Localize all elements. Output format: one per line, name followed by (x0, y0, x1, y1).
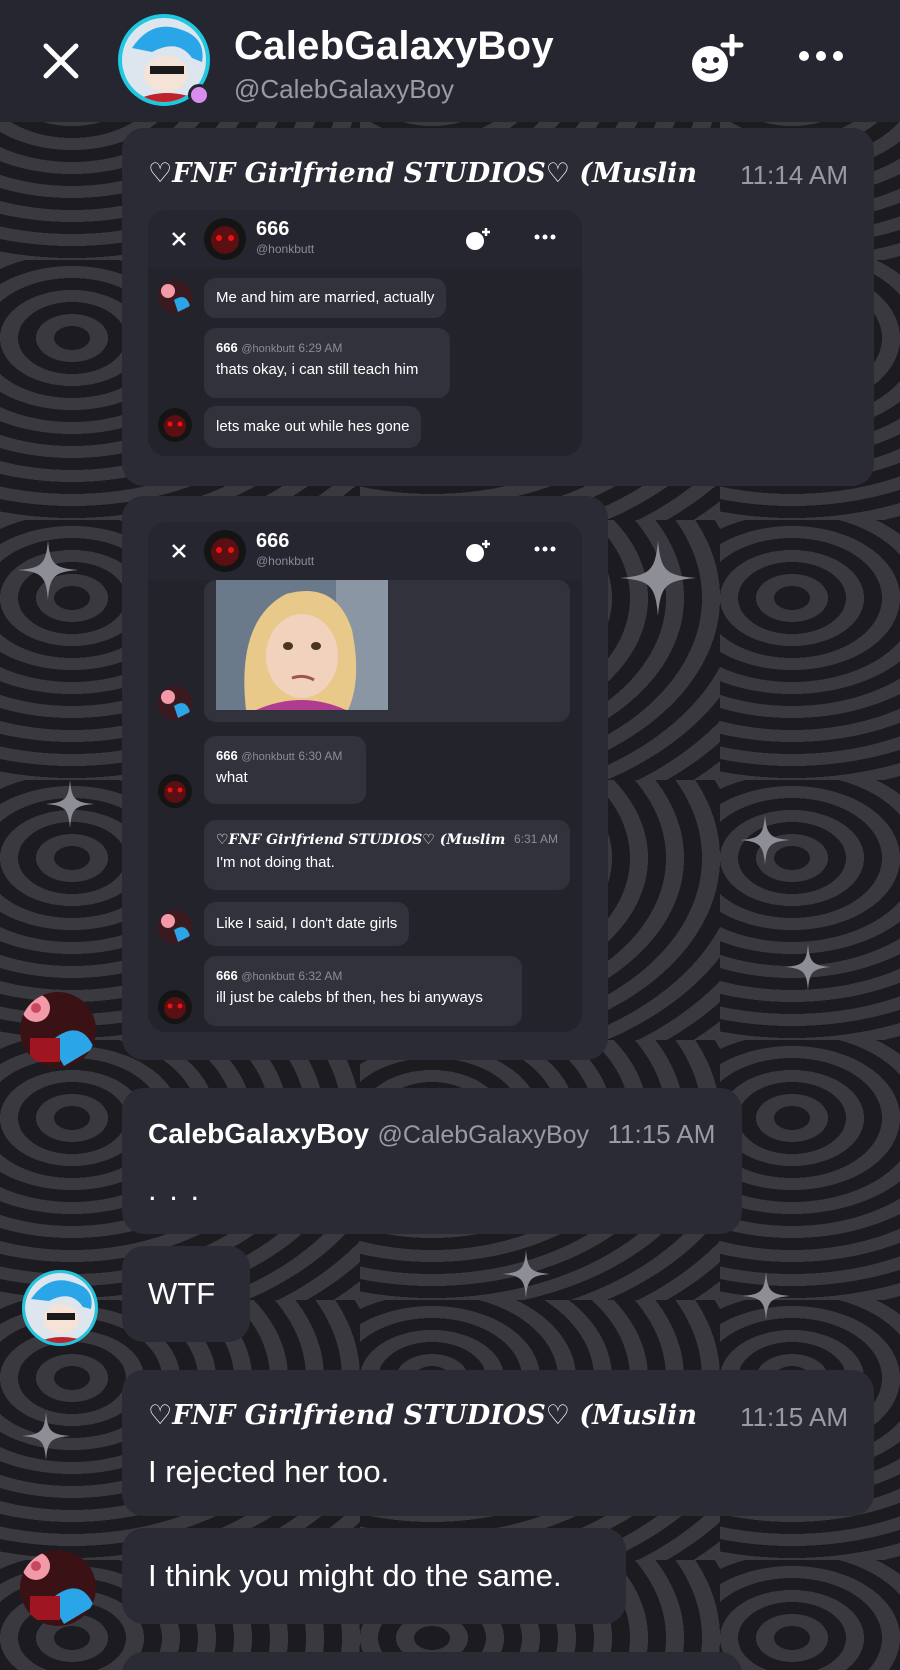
screenshot-message: ♡FNF Girlfriend STUDIOS♡ (Muslim 6:31 AM… (204, 820, 570, 890)
message-card[interactable] (122, 1652, 742, 1670)
message-text: I rejected her too. (148, 1454, 390, 1489)
screenshot-message: 666 @honkbutt 6:30 AM what (204, 736, 366, 804)
screenshot-image-message (204, 580, 570, 722)
message-text: WTF (148, 1276, 216, 1311)
screenshot-chat-name: 666 (256, 530, 290, 552)
more-options-icon (534, 546, 556, 552)
add-friend-icon[interactable] (688, 34, 746, 86)
more-options-icon[interactable] (798, 44, 844, 68)
message-text: . . . (148, 1172, 202, 1207)
message-handle: @CalebGalaxyBoy (377, 1121, 590, 1149)
message-time: 11:14 AM (726, 160, 848, 191)
screenshot-header: 666 @honkbutt (148, 522, 582, 580)
screenshot-chat-handle: @honkbutt (256, 242, 315, 256)
message-card[interactable]: ♡FNF Girlfriend STUDIOS♡ (Muslin 11:15 A… (122, 1370, 874, 1516)
embedded-screenshot[interactable]: 666 @honkbutt Me and him are married, ac… (148, 210, 582, 456)
screenshot-header: 666 @honkbutt (148, 210, 582, 268)
avatar[interactable] (20, 992, 96, 1068)
status-dot (188, 84, 210, 106)
message-bubble[interactable]: I think you might do the same. (122, 1528, 626, 1624)
screenshot-chat-name: 666 (256, 218, 290, 240)
screenshot-message: 666 @honkbutt 6:32 AM ill just be calebs… (204, 956, 522, 1026)
avatar (158, 280, 192, 314)
sparkle-decoration (620, 540, 696, 616)
avatar[interactable] (22, 1270, 98, 1346)
chat-title: CalebGalaxyBoy (234, 24, 554, 68)
screenshot-chat-handle: @honkbutt (256, 554, 315, 568)
message-time: 11:15 AM (607, 1119, 716, 1149)
avatar (158, 910, 192, 944)
add-friend-icon (466, 540, 490, 562)
avatar (204, 218, 246, 260)
message-card[interactable]: 666 @honkbutt 666 @honkbutt 6:30 AM what… (122, 496, 608, 1060)
message-card[interactable]: CalebGalaxyBoy @CalebGalaxyBoy 11:15 AM … (122, 1088, 742, 1234)
close-icon (172, 232, 186, 246)
message-author: CalebGalaxyBoy (148, 1118, 369, 1149)
avatar (204, 530, 246, 572)
avatar (158, 686, 192, 720)
sparkle-decoration (742, 1272, 790, 1320)
sparkle-decoration (740, 815, 790, 865)
close-icon[interactable] (38, 38, 84, 84)
reaction-photo (216, 580, 388, 710)
message-text: I think you might do the same. (148, 1558, 562, 1593)
avatar[interactable] (20, 1550, 96, 1626)
add-friend-icon (466, 228, 490, 250)
screenshot-message: Me and him are married, actually (204, 278, 447, 318)
screenshot-message: Like I said, I don't date girls (204, 902, 410, 946)
message-card[interactable]: ♡FNF Girlfriend STUDIOS♡ (Muslin 11:14 A… (122, 128, 874, 486)
chat-header: CalebGalaxyBoy @CalebGalaxyBoy (0, 0, 900, 122)
message-time: 11:15 AM (726, 1402, 848, 1433)
more-options-icon (534, 234, 556, 240)
sparkle-decoration (785, 944, 831, 990)
message-header: CalebGalaxyBoy @CalebGalaxyBoy 11:15 AM (148, 1118, 715, 1150)
chat-handle: @CalebGalaxyBoy (234, 74, 455, 104)
embedded-screenshot[interactable]: 666 @honkbutt 666 @honkbutt 6:30 AM what… (148, 522, 582, 1032)
sparkle-decoration (22, 1412, 70, 1460)
sparkle-decoration (46, 780, 94, 828)
avatar (158, 408, 192, 442)
sparkle-decoration (502, 1250, 550, 1298)
close-icon (172, 544, 186, 558)
screenshot-message: 666 @honkbutt 6:29 AM thats okay, i can … (204, 328, 450, 398)
screenshot-message: lets make out while hes gone (204, 406, 422, 448)
avatar (158, 990, 192, 1024)
sparkle-decoration (18, 540, 78, 600)
avatar (158, 774, 192, 808)
message-bubble[interactable]: WTF (122, 1246, 250, 1342)
